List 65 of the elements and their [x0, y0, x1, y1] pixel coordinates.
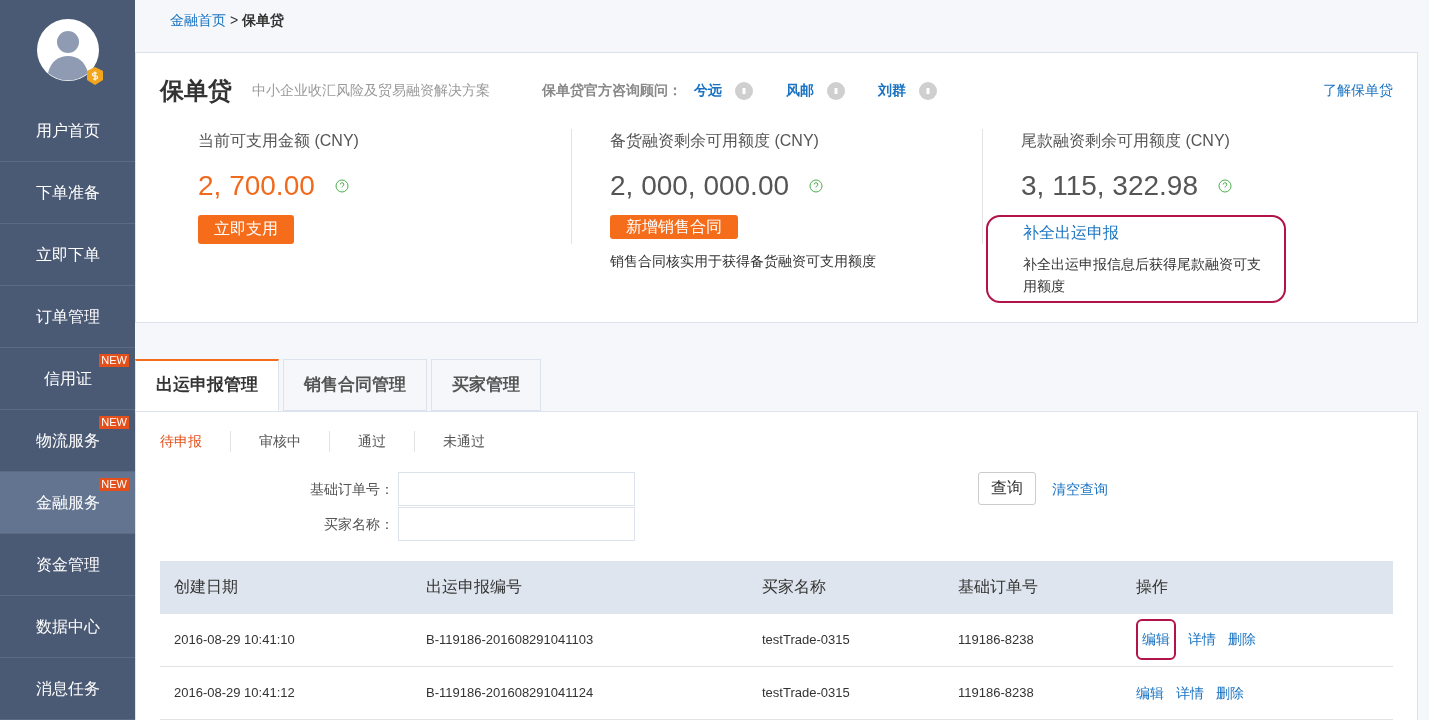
status-filter[interactable]: 未通过 [443, 431, 485, 452]
advisors-label: 保单贷官方咨询顾问： [542, 81, 682, 101]
table-cell: testTrade-0315 [748, 666, 944, 720]
clear-query-link[interactable]: 清空查询 [1052, 478, 1108, 500]
column-header: 出运申报编号 [412, 560, 748, 614]
table-cell: 2016-08-29 10:41:12 [160, 666, 412, 720]
sidebar-item[interactable]: 金融服务 NEW [0, 472, 135, 534]
advisor-link[interactable]: 刘群 [878, 80, 906, 102]
table-cell: B-119186-201608291041103 [412, 613, 748, 667]
column-header: 创建日期 [160, 560, 412, 614]
chat-icon[interactable] [734, 80, 754, 101]
field-label: 买家名称： [323, 514, 395, 534]
new-badge: NEW [99, 478, 129, 491]
help-icon [1217, 178, 1232, 193]
supplement-link[interactable]: 补全出运申报 [1023, 220, 1272, 245]
row-action-link[interactable]: 详情 [1188, 629, 1216, 651]
column-header: 操作 [1122, 560, 1393, 614]
advisor-link[interactable]: 风邮 [786, 80, 814, 102]
chat-icon[interactable] [918, 80, 938, 101]
balance-amount: 2, 000, 000.00 [610, 168, 790, 203]
product-subtitle: 中小企业收汇风险及贸易融资解决方案 [252, 81, 490, 101]
table-cell: 119186-8238 [944, 666, 1122, 720]
table-cell: 2016-08-29 10:41:10 [160, 613, 412, 667]
balance-note: 补全出运申报信息后获得尾款融资可支用额度 [1023, 254, 1262, 296]
row-action-link[interactable]: 编辑 [1136, 682, 1164, 704]
breadcrumb-separator: > [230, 11, 239, 30]
product-title: 保单贷 [160, 75, 232, 106]
breadcrumb-current: 保单贷 [242, 11, 285, 30]
balance-amount: 3, 115, 322.98 [1021, 168, 1198, 203]
row-action-link[interactable]: 删除 [1216, 682, 1244, 704]
learn-more-link[interactable]: 了解保单贷 [1323, 80, 1393, 102]
row-action-link[interactable]: 编辑 [1136, 619, 1176, 661]
table-cell: testTrade-0315 [748, 613, 944, 667]
balance-label: 备货融资剩余可用额度 (CNY) [610, 130, 820, 151]
new-badge: NEW [99, 354, 129, 367]
action-button[interactable]: 新增销售合同 [610, 214, 738, 239]
field-label: 基础订单号： [309, 479, 395, 499]
table-cell: B-119186-201608291041124 [412, 666, 748, 720]
row-action-link[interactable]: 删除 [1228, 629, 1256, 651]
tab[interactable]: 销售合同管理 [283, 358, 427, 411]
tab[interactable]: 买家管理 [431, 358, 541, 411]
balance-label: 当前可支用金额 (CNY) [198, 130, 360, 151]
balance-label: 尾款融资剩余可用额度 (CNY) [1021, 130, 1231, 151]
advisor-link[interactable]: 兮远 [694, 80, 722, 102]
column-header: 买家名称 [748, 560, 944, 614]
help-icon [809, 178, 824, 193]
new-badge: NEW [99, 416, 129, 429]
balance-amount: 2, 700.00 [198, 168, 315, 203]
status-filter[interactable]: 通过 [358, 431, 386, 452]
help-icon [334, 178, 349, 193]
tab[interactable]: 出运申报管理 [135, 358, 279, 411]
column-header: 基础订单号 [944, 560, 1122, 614]
table-cell: 119186-8238 [944, 613, 1122, 667]
avatar-icon[interactable] [36, 19, 99, 81]
breadcrumb-link[interactable]: 金融首页 [170, 10, 226, 31]
status-filter[interactable]: 待申报 [160, 431, 202, 452]
input-field[interactable] [398, 471, 635, 506]
chat-icon[interactable] [826, 80, 846, 101]
balance-note: 销售合同核实用于获得备货融资可支用额度 [610, 251, 877, 271]
coin-badge-icon [86, 67, 103, 85]
status-filter[interactable]: 审核中 [259, 431, 301, 452]
input-field[interactable] [398, 506, 635, 541]
action-button[interactable]: 立即支用 [198, 214, 294, 244]
row-action-link[interactable]: 详情 [1176, 682, 1204, 704]
query-button[interactable]: 查询 [978, 471, 1036, 505]
